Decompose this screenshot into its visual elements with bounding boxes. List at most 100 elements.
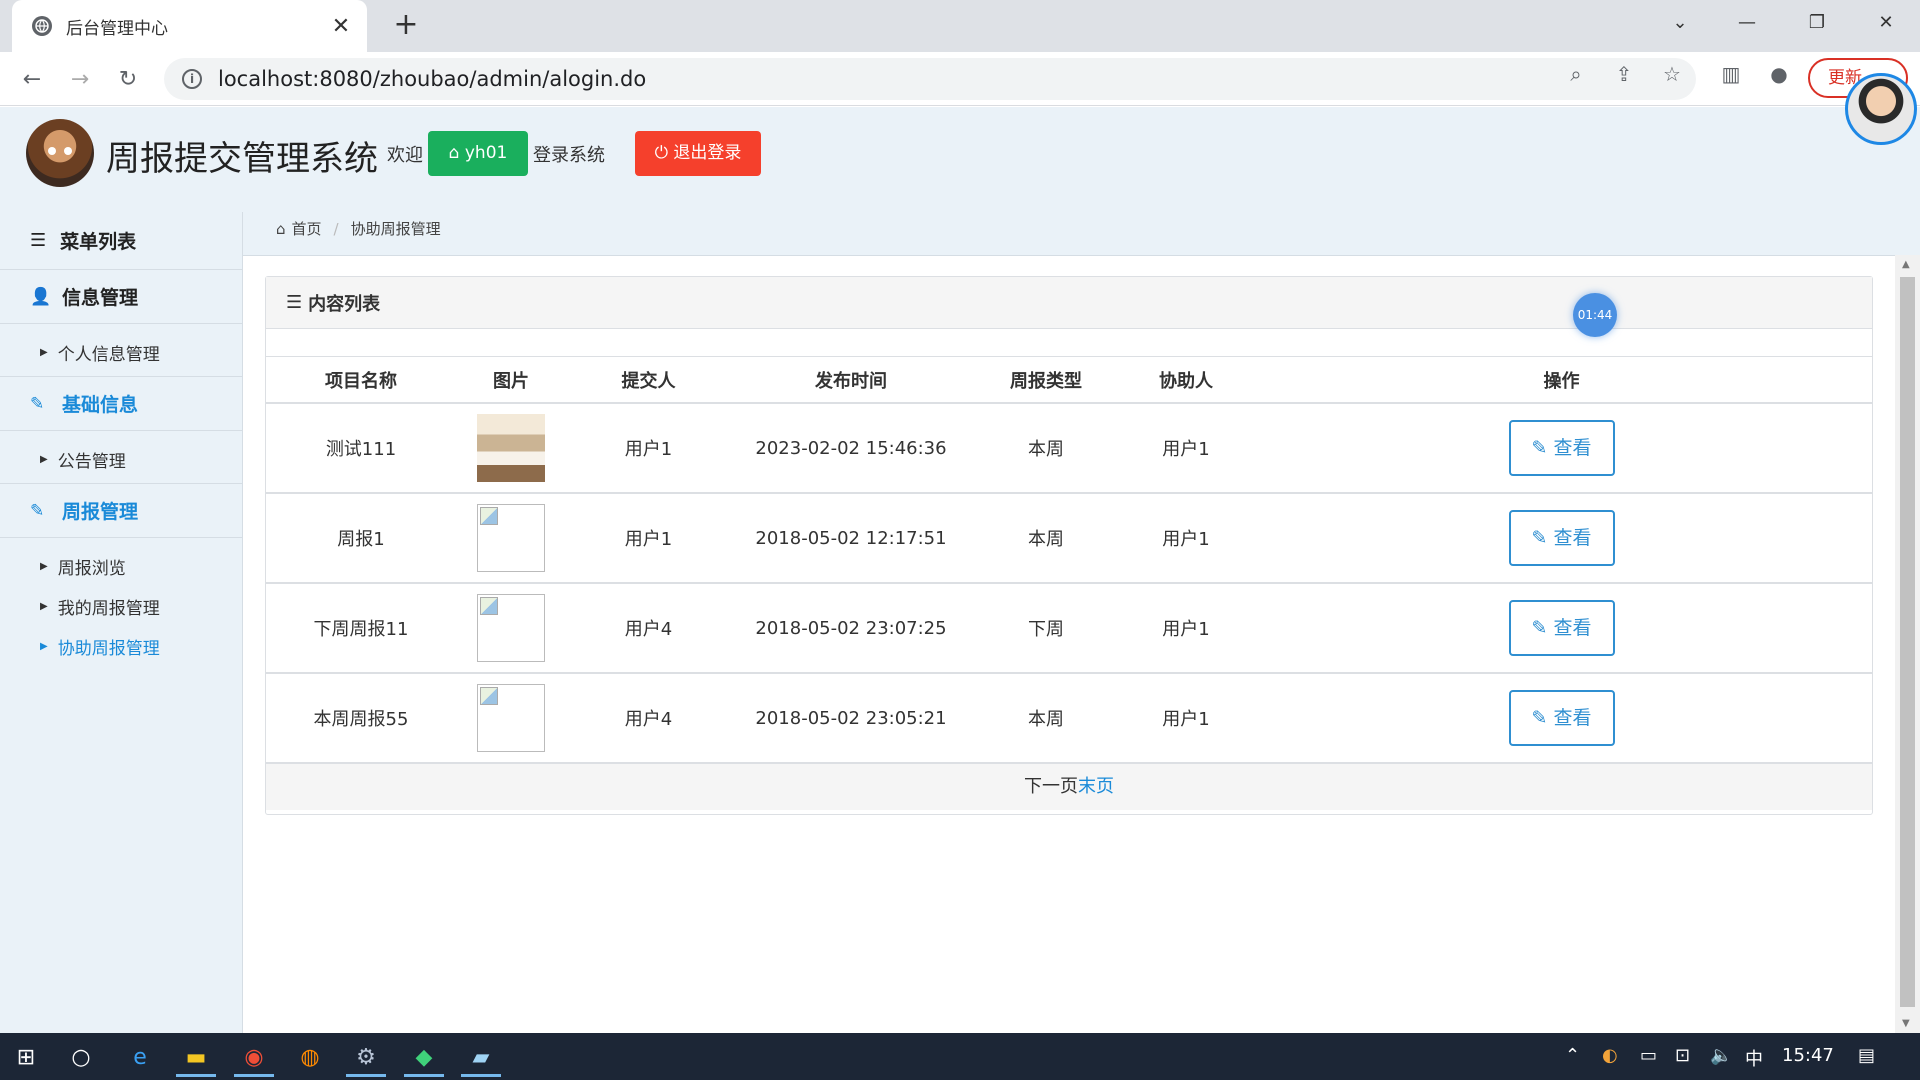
file-explorer-icon[interactable]: ▬ [170, 1037, 222, 1077]
breadcrumb: ⌂ 首页 / 协助周报管理 [276, 218, 441, 239]
table-header-row: 项目名称 图片 提交人 发布时间 周报类型 协助人 操作 [266, 357, 1872, 404]
last-page-link[interactable]: 末页 [1078, 776, 1114, 797]
close-window-button[interactable]: ✕ [1866, 8, 1906, 38]
table-row: 测试111 用户1 2023-02-02 15:46:36 本周 用户1 ✎ 查… [266, 403, 1872, 494]
notification-icon[interactable]: ▤ [1858, 1045, 1875, 1066]
browser-tab-bar: 后台管理中心 ✕ + ⌄ — ❐ ✕ [0, 0, 1920, 52]
system-title: 周报提交管理系统 [106, 139, 378, 179]
scroll-up-icon[interactable]: ▲ [1902, 259, 1910, 270]
home-icon: ⌂ [276, 219, 286, 238]
tab-title: 后台管理中心 [66, 18, 168, 39]
page: 周报提交管理系统 欢迎 ⌂ yh01 登录系统 ⏻ 退出登录 ☰ 菜单列表 👤 … [0, 73, 1920, 1033]
sidebar-group-basic[interactable]: ✎ 基础信息 [0, 377, 242, 431]
network-icon[interactable]: ⊡ [1675, 1045, 1690, 1066]
next-page-link[interactable]: 下一页 [1024, 776, 1078, 797]
sidebar: ☰ 菜单列表 👤 信息管理 ▶ 个人信息管理 ✎ 基础信息 ▶ 公告管理 ✎ 周… [0, 212, 243, 1033]
cell-helper: 用户1 [1121, 673, 1251, 764]
tray-app-icon[interactable]: ◐ [1602, 1045, 1618, 1066]
ime-indicator[interactable]: 中 [1745, 1045, 1763, 1071]
scrollbar-thumb[interactable] [1900, 277, 1915, 1007]
new-tab-button[interactable]: + [390, 10, 422, 42]
minimize-button[interactable]: — [1727, 8, 1767, 38]
scroll-down-icon[interactable]: ▼ [1902, 1018, 1910, 1029]
cortana-search-icon[interactable]: ○ [55, 1037, 107, 1077]
cell-name: 下周周报11 [266, 583, 456, 674]
tab-search-icon[interactable]: ⌄ [1660, 8, 1700, 38]
view-button[interactable]: ✎ 查看 [1508, 690, 1615, 746]
tray-up-arrow-icon[interactable]: ⌃ [1565, 1045, 1580, 1066]
sidebar-title: ☰ 菜单列表 [0, 212, 242, 270]
timer-badge[interactable]: 01:44 [1573, 293, 1617, 337]
breadcrumb-home[interactable]: 首页 [292, 218, 322, 239]
vertical-scrollbar[interactable]: ▲ ▼ [1895, 255, 1920, 1033]
battery-icon[interactable]: ▭ [1640, 1045, 1657, 1066]
sidebar-item-notice[interactable]: ▶ 公告管理 [0, 439, 242, 479]
address-bar: ← → ↻ i localhost:8080/zhoubao/admin/alo… [0, 52, 1920, 106]
home-icon: ⌂ [448, 143, 460, 163]
app-green-icon[interactable]: ◆ [398, 1037, 450, 1077]
globe-icon [32, 16, 52, 36]
app-note-icon[interactable]: ▰ [455, 1037, 507, 1077]
chrome-icon[interactable]: ◉ [228, 1037, 280, 1077]
logout-button[interactable]: ⏻ 退出登录 [635, 131, 761, 176]
broken-image-icon [477, 504, 545, 572]
view-button[interactable]: ✎ 查看 [1508, 420, 1615, 476]
restore-button[interactable]: ❐ [1797, 8, 1837, 38]
cell-image [456, 673, 566, 764]
edge-icon[interactable]: e [114, 1037, 166, 1077]
cell-action: ✎ 查看 [1251, 583, 1872, 674]
breadcrumb-separator: / [333, 219, 339, 238]
sidebar-group-weekly[interactable]: ✎ 周报管理 [0, 484, 242, 538]
edit-icon: ✎ [30, 393, 45, 414]
pagination: 下一页末页 [266, 764, 1872, 810]
edit-icon: ✎ [1531, 527, 1554, 549]
sidebar-item-label: 协助周报管理 [57, 638, 160, 659]
sidebar-item-label: 个人信息管理 [57, 344, 160, 365]
cell-helper: 用户1 [1121, 583, 1251, 674]
cell-type: 本周 [971, 673, 1121, 764]
cell-submitter: 用户1 [566, 493, 731, 584]
side-panel-icon[interactable]: ▥ [1717, 60, 1745, 88]
sidebar-item-my-reports[interactable]: ▶ 我的周报管理 [0, 586, 242, 626]
broken-image-icon [477, 594, 545, 662]
main-content: ☰ 内容列表 01:44 项目名称 图片 提交人 发布时间 周报类型 协助人 操… [243, 255, 1895, 1033]
bookmark-star-icon[interactable]: ☆ [1658, 60, 1686, 88]
sidebar-item-browse[interactable]: ▶ 周报浏览 [0, 546, 242, 586]
sidebar-item-personal-info[interactable]: ▶ 个人信息管理 [0, 332, 242, 372]
zoom-icon[interactable]: ⌕ [1562, 60, 1590, 88]
info-icon[interactable]: i [182, 69, 202, 89]
clock[interactable]: 15:47 [1782, 1045, 1834, 1066]
cell-name: 周报1 [266, 493, 456, 584]
url-field[interactable]: i localhost:8080/zhoubao/admin/alogin.do [164, 58, 1696, 100]
view-button[interactable]: ✎ 查看 [1508, 510, 1615, 566]
close-tab-icon[interactable]: ✕ [329, 14, 353, 39]
reload-button[interactable]: ↻ [112, 64, 144, 96]
column-header: 协助人 [1121, 357, 1251, 404]
app-gear-icon[interactable]: ⚙ [340, 1037, 392, 1077]
floating-avatar[interactable] [1845, 73, 1917, 145]
cell-type: 本周 [971, 493, 1121, 584]
sidebar-title-label: 菜单列表 [60, 231, 137, 253]
windows-start-icon[interactable]: ⊞ [0, 1037, 52, 1077]
column-header: 项目名称 [266, 357, 456, 404]
sidebar-group-info[interactable]: 👤 信息管理 [0, 270, 242, 324]
edit-icon: ✎ [30, 500, 45, 521]
table-row: 下周周报11 用户4 2018-05-02 23:07:25 下周 用户1 ✎ … [266, 583, 1872, 674]
url-text: localhost:8080/zhoubao/admin/alogin.do [218, 67, 647, 91]
content-panel: ☰ 内容列表 01:44 项目名称 图片 提交人 发布时间 周报类型 协助人 操… [265, 276, 1873, 815]
cell-name: 本周周报55 [266, 673, 456, 764]
share-icon[interactable]: ⇪ [1610, 60, 1638, 88]
profile-icon[interactable]: ● [1765, 60, 1793, 88]
user-button[interactable]: ⌂ yh01 [428, 131, 528, 176]
volume-icon[interactable]: 🔈 [1710, 1045, 1732, 1066]
caret-right-icon: ▶ [40, 600, 48, 612]
sidebar-item-assist-reports[interactable]: ▶ 协助周报管理 [0, 626, 242, 666]
breadcrumb-current: 协助周报管理 [350, 220, 441, 238]
view-button[interactable]: ✎ 查看 [1508, 600, 1615, 656]
browser-tab[interactable]: 后台管理中心 ✕ [12, 0, 367, 52]
back-button[interactable]: ← [16, 64, 48, 96]
firefox-icon[interactable]: ◍ [284, 1037, 336, 1077]
forward-button[interactable]: → [64, 64, 96, 96]
cell-time: 2023-02-02 15:46:36 [731, 403, 971, 494]
view-label: 查看 [1553, 437, 1592, 459]
